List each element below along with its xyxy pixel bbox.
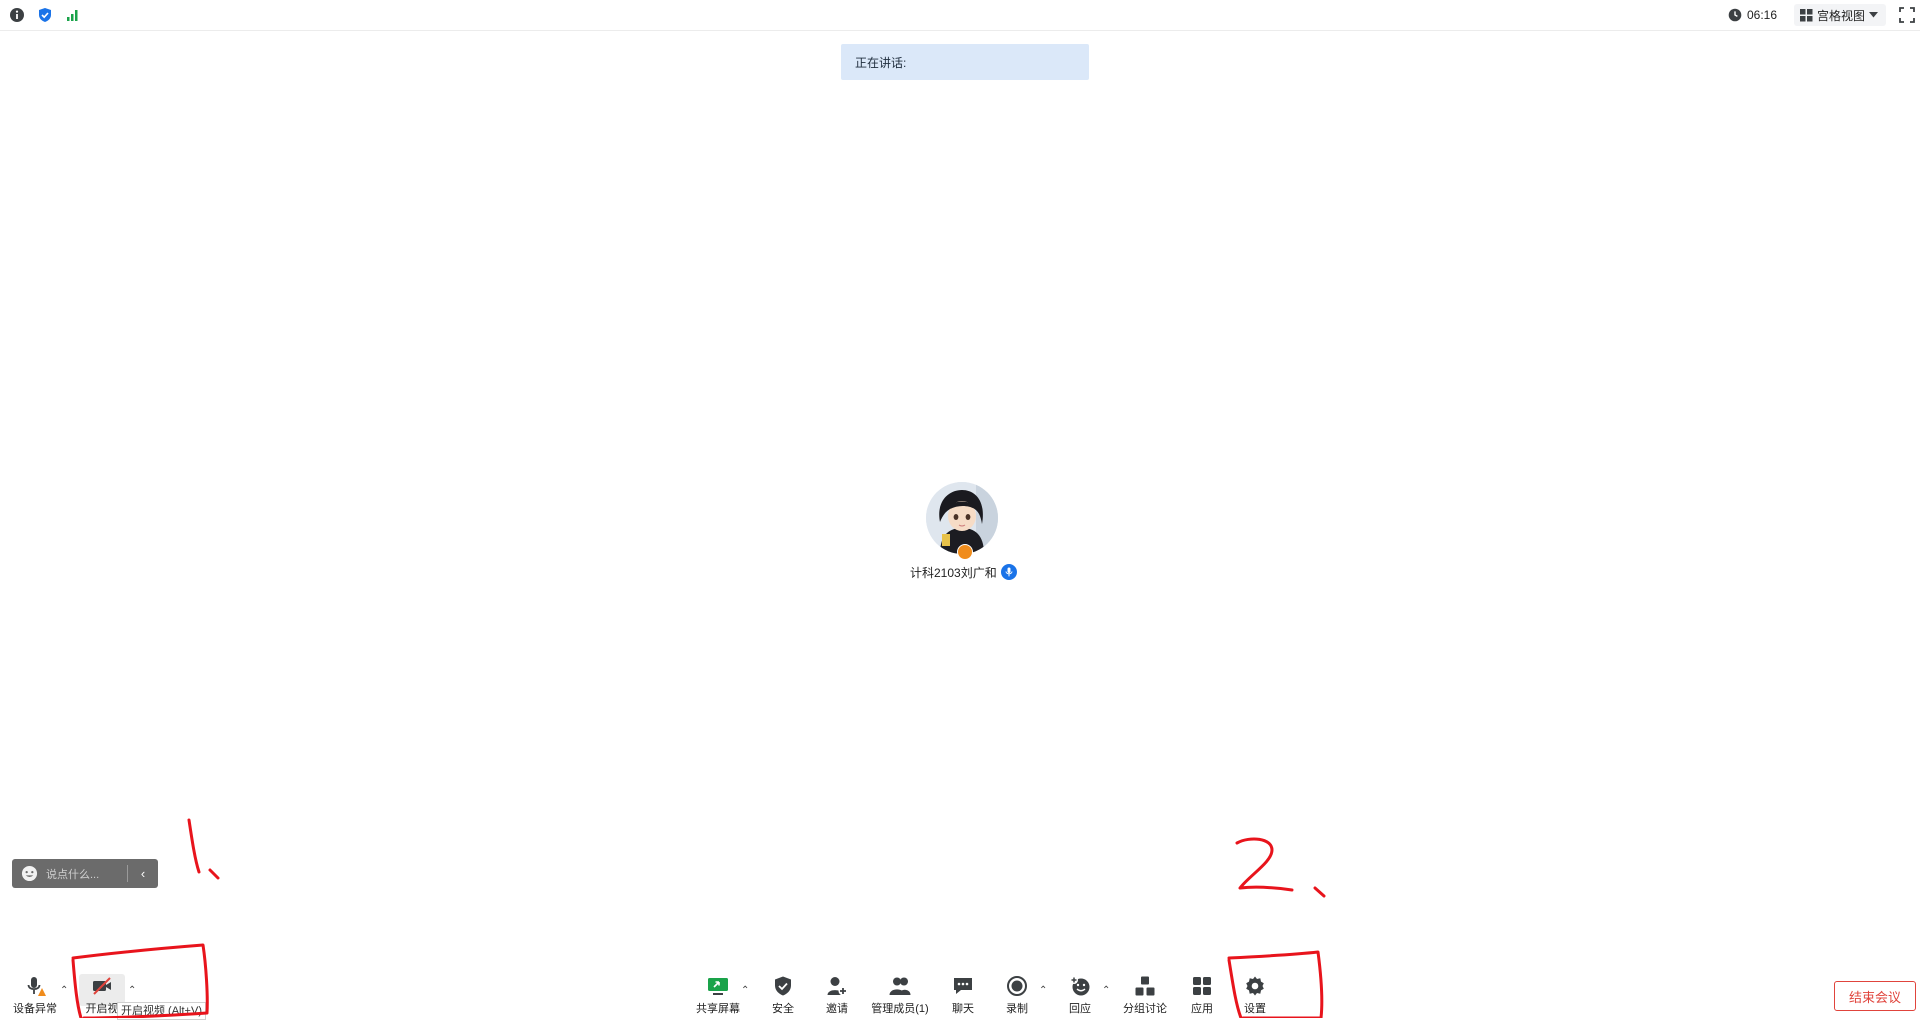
mic-warning-icon	[27, 977, 46, 996]
manage-members-label: 管理成员(1)	[871, 1003, 929, 1015]
share-options-chevron-icon[interactable]: ⌃	[741, 985, 749, 996]
chat-quick-input[interactable]: 说点什么... ‹	[12, 859, 158, 888]
members-icon	[889, 977, 911, 995]
device-error-label: 设备异常	[13, 1003, 57, 1015]
apps-button[interactable]: 应用	[1187, 975, 1217, 1017]
settings-label: 设置	[1244, 1003, 1266, 1015]
security-label: 安全	[772, 1003, 794, 1015]
apps-label: 应用	[1191, 1003, 1213, 1015]
host-badge	[957, 544, 973, 560]
invite-button[interactable]: 邀请	[822, 975, 852, 1017]
reaction-button[interactable]: 回应	[1065, 975, 1095, 1017]
collapse-chevron-icon[interactable]: ‹	[128, 866, 158, 881]
shield-icon	[775, 976, 791, 996]
camera-off-icon	[93, 977, 111, 995]
annotation-mark-2	[1235, 837, 1294, 892]
info-icon[interactable]	[9, 7, 25, 23]
annotation-dot-2	[1313, 886, 1326, 898]
gear-icon	[1246, 976, 1264, 996]
start-video-tooltip: 开启视频 (Alt+V)	[117, 1002, 206, 1020]
signal-icon[interactable]	[65, 7, 81, 23]
record-options-chevron-icon[interactable]: ⌃	[1039, 985, 1047, 996]
share-screen-icon	[708, 978, 728, 995]
end-meeting-button[interactable]: 结束会议	[1834, 981, 1916, 1011]
emoji-icon[interactable]	[21, 865, 38, 882]
reaction-options-chevron-icon[interactable]: ⌃	[1102, 985, 1110, 996]
device-error-button[interactable]: 设备异常	[10, 975, 60, 1017]
view-mode-label: 宫格视图	[1817, 8, 1866, 23]
breakout-icon	[1135, 976, 1155, 996]
mic-on-icon	[1000, 564, 1017, 580]
record-icon	[1007, 976, 1027, 996]
speaking-label: 正在讲话:	[855, 55, 907, 70]
avatar	[926, 482, 998, 554]
invite-label: 邀请	[826, 1003, 848, 1015]
chat-icon	[954, 978, 972, 994]
start-video-label: 开启视	[85, 1003, 119, 1015]
end-meeting-label: 结束会议	[1848, 989, 1901, 1005]
clock-icon	[1728, 8, 1742, 22]
shield-icon[interactable]	[37, 7, 53, 23]
share-screen-button[interactable]: 共享屏幕	[692, 975, 744, 1017]
record-label: 录制	[1006, 1003, 1028, 1015]
settings-button[interactable]: 设置	[1240, 975, 1270, 1017]
invite-icon	[827, 977, 848, 996]
speaking-banner: 正在讲话:	[841, 44, 1089, 80]
video-options-chevron-icon[interactable]: ⌃	[128, 985, 136, 996]
grid-view-icon	[1800, 8, 1813, 21]
meeting-time: 06:16	[1747, 8, 1778, 22]
fullscreen-icon[interactable]	[1899, 7, 1915, 23]
chat-placeholder[interactable]: 说点什么...	[46, 866, 127, 882]
meeting-timer: 06:16	[1728, 6, 1777, 24]
avatar-image	[926, 482, 998, 554]
top-bar: 06:16 宫格视图	[0, 0, 1920, 31]
participant-name: 计科2103刘广和	[910, 565, 997, 580]
caret-down-icon	[1869, 12, 1879, 18]
chat-button[interactable]: 聊天	[948, 975, 978, 1017]
breakout-rooms-label: 分组讨论	[1123, 1003, 1167, 1015]
annotation-mark-1	[187, 818, 201, 874]
reaction-icon	[1070, 976, 1090, 996]
share-screen-label: 共享屏幕	[696, 1003, 740, 1015]
audio-options-chevron-icon[interactable]: ⌃	[60, 985, 68, 996]
chat-label: 聊天	[952, 1003, 974, 1015]
annotation-dot-1	[208, 868, 220, 880]
apps-icon	[1193, 977, 1211, 995]
security-button[interactable]: 安全	[768, 975, 798, 1017]
breakout-rooms-button[interactable]: 分组讨论	[1120, 975, 1170, 1017]
view-mode-button[interactable]: 宫格视图	[1794, 4, 1886, 26]
participant-label: 计科2103刘广和	[910, 563, 1017, 581]
record-button[interactable]: 录制	[1002, 975, 1032, 1017]
manage-members-button[interactable]: 管理成员(1)	[867, 975, 933, 1017]
reaction-label: 回应	[1069, 1003, 1091, 1015]
